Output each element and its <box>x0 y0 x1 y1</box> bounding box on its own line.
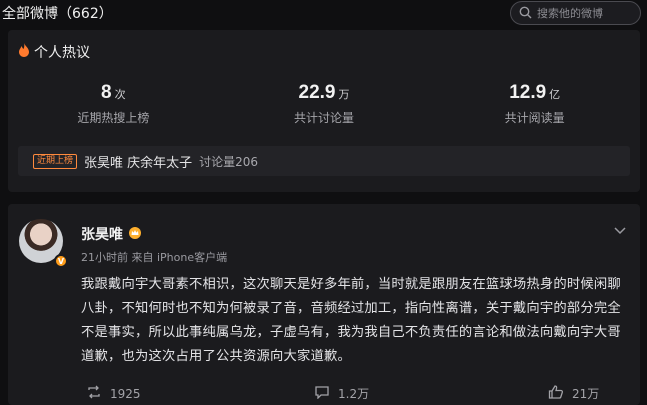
stat-label: 共计讨论量 <box>294 111 355 125</box>
recent-hot-topic[interactable]: 近期上榜 张昊唯 庆余年太子 讨论量206 <box>18 146 630 176</box>
repost-button[interactable]: 1925 <box>86 385 266 402</box>
post-actions: 1925 1.2万 21万 <box>86 385 626 402</box>
comment-count: 1.2万 <box>338 387 370 401</box>
comment-button[interactable]: 1.2万 <box>314 385 514 402</box>
repost-icon <box>86 385 102 402</box>
hot-title: 个人热议 <box>34 45 90 61</box>
search-input[interactable] <box>537 6 637 20</box>
chevron-down-icon[interactable] <box>614 220 626 239</box>
fire-icon <box>18 43 30 61</box>
post-content: 我跟戴向宇大哥素不相识，这次聊天是好多年前，当时就是跟朋友在篮球场热身的时候闲聊… <box>81 277 621 364</box>
repost-count: 1925 <box>110 386 141 401</box>
like-icon <box>548 385 564 402</box>
stat-unit: 万 <box>338 88 350 101</box>
verified-badge-icon: V <box>54 254 68 268</box>
stat-reads: 12.9 亿 共计阅读量 <box>429 82 640 132</box>
stat-label: 近期热搜上榜 <box>77 111 150 125</box>
stat-unit: 亿 <box>549 88 561 101</box>
stat-hot-search: 8次 近期热搜上榜 <box>8 82 219 132</box>
crown-icon[interactable] <box>128 226 142 243</box>
personal-hot-card: 个人热议 8次 近期热搜上榜 22.9 万 共计讨论量 12.9 亿 共计阅读量 近… <box>8 30 640 192</box>
recent-badge: 近期上榜 <box>33 153 78 169</box>
hot-stats: 8次 近期热搜上榜 22.9 万 共计讨论量 12.9 亿 共计阅读量 <box>8 82 640 132</box>
post-card: V 张昊唯 21小时前 来自 iPhone客户端 我跟戴向宇大哥素不相识，这次聊… <box>8 204 640 405</box>
stat-label: 共计阅读量 <box>504 111 565 125</box>
stat-discussion: 22.9 万 共计讨论量 <box>219 82 430 132</box>
stat-value: 12.9 <box>509 82 547 103</box>
username-link[interactable]: 张昊唯 <box>81 224 123 244</box>
all-posts-title: 全部微博（662） <box>2 6 113 22</box>
like-button[interactable]: 21万 <box>548 385 599 402</box>
stat-value: 22.9 <box>298 82 336 103</box>
comment-icon <box>314 385 330 402</box>
recent-topic-text: 张昊唯 庆余年太子 <box>84 155 193 171</box>
stat-unit: 次 <box>114 88 126 101</box>
search-box[interactable] <box>510 1 641 25</box>
search-icon <box>519 4 532 23</box>
recent-topic-count: 讨论量206 <box>199 154 259 169</box>
hot-header: 个人热议 <box>18 42 90 62</box>
post-meta: 21小时前 来自 iPhone客户端 <box>81 251 228 264</box>
like-count: 21万 <box>572 387 600 401</box>
avatar[interactable]: V <box>19 219 68 268</box>
top-bar: 全部微博（662） <box>0 0 647 26</box>
stat-value: 8 <box>101 82 112 103</box>
post-author: 张昊唯 <box>81 224 142 244</box>
